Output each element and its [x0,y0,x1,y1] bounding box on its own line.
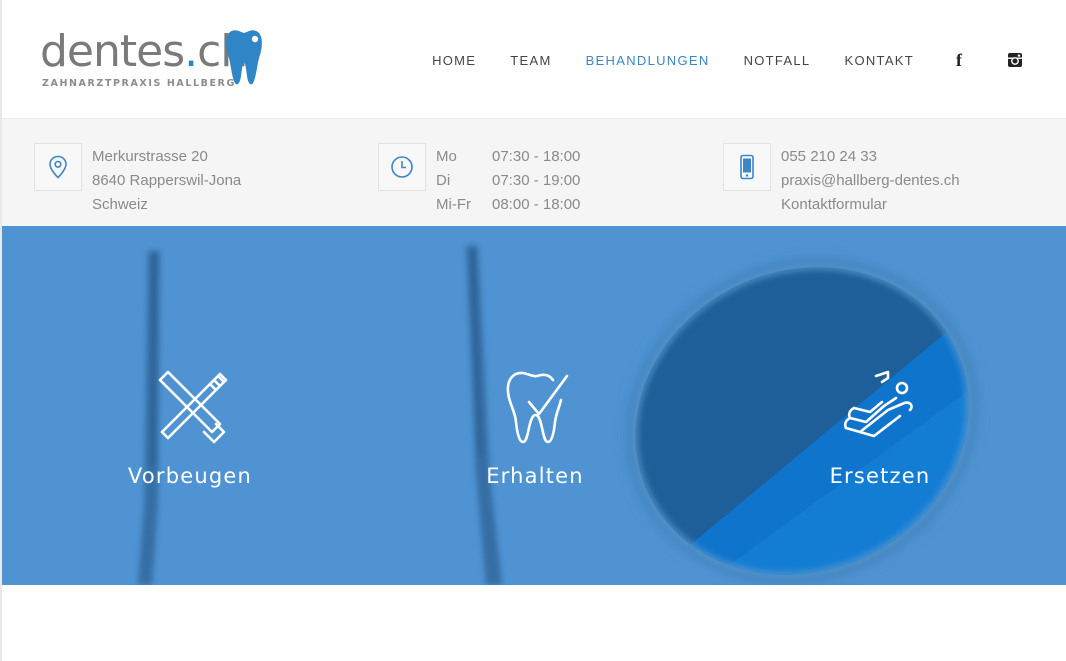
nav-home[interactable]: HOME [432,53,476,68]
facebook-icon[interactable]: f [948,49,970,71]
instagram-icon[interactable] [1004,49,1026,71]
feature-erhalten[interactable]: Erhalten [415,366,655,488]
site-header: dentes.ch ZAHNARZTPRAXIS HALLBERG HOME T… [0,0,1066,118]
address-city: 8640 Rapperswil-Jona [92,172,242,189]
content-section [0,585,1066,661]
feature-ersetzen[interactable]: Ersetzen [760,366,1000,488]
main-navigation: HOME TEAM BEHANDLUNGEN NOTFALL KONTAKT f [398,50,1026,70]
address-country: Schweiz [92,196,148,213]
contact-phone[interactable]: 055 210 24 33 [781,145,960,169]
toothbrush-toothpaste-icon [158,370,228,444]
nav-notfall[interactable]: NOTFALL [744,53,811,68]
nav-team[interactable]: TEAM [510,53,551,68]
contact-form-link[interactable]: Kontaktformular [781,193,960,217]
hours-row: Mo 07:30 - 18:00 [436,148,581,165]
contact-email[interactable]: praxis@hallberg-dentes.ch [781,169,960,193]
feature-label: Vorbeugen [127,464,253,488]
logo-wordmark: dentes.ch [40,26,248,77]
hours-row: Di 07:30 - 19:00 [436,172,581,189]
tooth-check-icon [506,371,569,444]
feature-label: Ersetzen [829,464,931,488]
logo-tagline: ZAHNARZTPRAXIS HALLBERG [42,78,236,89]
site-logo[interactable]: dentes.ch ZAHNARZTPRAXIS HALLBERG [40,26,270,92]
clock-icon [378,143,426,191]
mobile-phone-icon [723,143,771,191]
hours-row: Mi-Fr 08:00 - 18:00 [436,196,581,213]
feature-vorbeugen[interactable]: Vorbeugen [70,366,310,488]
location-pin-icon [34,143,82,191]
treatments-hero: Vorbeugen Erhalten Ersetzen [0,226,1066,585]
contact-info-bar: Merkurstrasse 20 8640 Rapperswil-Jona Sc… [0,118,1066,226]
nav-kontakt[interactable]: KONTAKT [844,53,914,68]
dental-chair-icon [843,370,913,438]
feature-label: Erhalten [486,464,584,488]
address-street: Merkurstrasse 20 [92,148,208,165]
opening-hours: Mo 07:30 - 18:00 Di 07:30 - 19:00 Mi-Fr 08:… [436,145,580,217]
nav-behandlungen[interactable]: BEHANDLUNGEN [586,53,710,68]
